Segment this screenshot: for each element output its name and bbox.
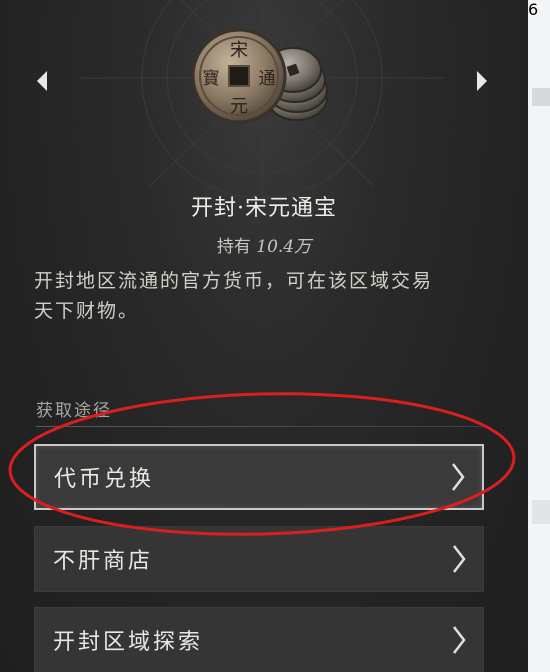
item-title: 开封·宋元通宝 — [191, 196, 337, 221]
page-edge-block — [532, 88, 550, 106]
next-item-button[interactable] — [470, 64, 494, 98]
coin-character: 元 — [230, 96, 248, 117]
description-line: 天下财物。 — [34, 300, 140, 322]
section-divider — [36, 426, 486, 427]
chevron-right-icon — [453, 545, 466, 573]
coin-character: 寶 — [203, 68, 220, 89]
option-label: 开封区域探索 — [53, 630, 204, 655]
owned-prefix: 持有 — [216, 237, 251, 257]
acquire-option-exploration[interactable]: 开封区域探索 — [34, 607, 484, 672]
page-edge-block — [532, 500, 550, 524]
description-line: 开封地区流通的官方货币，可在该区域交易 — [34, 270, 434, 292]
chevron-right-icon — [453, 626, 466, 654]
owned-amount: 持有 10.4万 — [0, 232, 528, 257]
coin-character: 通 — [259, 69, 276, 89]
background-page-edge — [528, 0, 550, 672]
currency-detail-panel: 宋 元 通 寶 开封·宋元通宝 持有 10.4万 开封地区流通的官方货币，可在该… — [0, 0, 528, 672]
acquire-option-shop[interactable]: 不肝商店 — [34, 526, 484, 592]
previous-item-button[interactable] — [30, 64, 54, 98]
coin-character: 宋 — [230, 40, 248, 61]
page-edge-glyph: 6 — [528, 0, 539, 19]
owned-value: 10.4万 — [256, 237, 312, 257]
chevron-right-icon — [477, 71, 487, 91]
chevron-left-icon — [37, 71, 47, 91]
option-label: 不肝商店 — [53, 549, 154, 574]
acquire-option-token-exchange[interactable]: 代币兑换 — [34, 444, 484, 510]
option-label: 代币兑换 — [54, 467, 155, 492]
coin-image: 宋 元 通 寶 — [185, 14, 335, 134]
acquire-section-label: 获取途径 — [36, 401, 112, 421]
chevron-right-icon — [452, 463, 465, 491]
item-description: 开封地区流通的官方货币，可在该区域交易 天下财物。 — [34, 266, 494, 326]
